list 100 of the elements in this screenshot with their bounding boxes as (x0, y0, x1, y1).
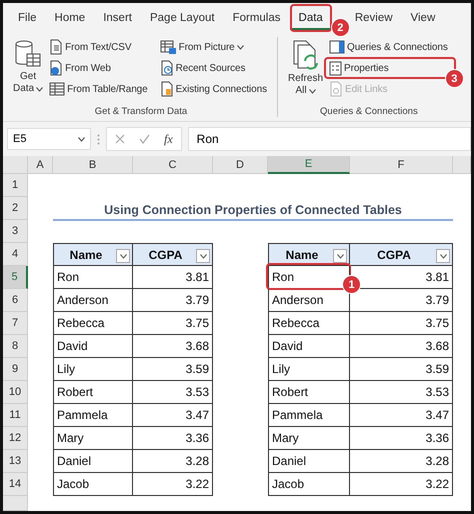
table-cell: 3.53 (132, 381, 213, 404)
row-header[interactable]: 12 (3, 427, 28, 450)
table-cell: 3.28 (349, 450, 453, 473)
ribbon-button[interactable]: From Table/Range (47, 79, 150, 99)
insert-function-button[interactable]: fx (164, 132, 173, 146)
ribbon-tab[interactable]: Home (46, 6, 94, 30)
table-header: Name (268, 243, 350, 266)
formula-field[interactable]: Ron (188, 127, 471, 151)
row-header[interactable]: 6 (3, 289, 28, 312)
table-cell: 3.79 (132, 289, 213, 312)
group-label: Get & Transform Data (94, 106, 188, 117)
table-header: Name (53, 243, 133, 266)
table-cell: 3.75 (132, 312, 213, 335)
table-cell: 3.22 (349, 473, 453, 496)
table-cell: 3.81 (132, 266, 213, 289)
column-header[interactable]: B (53, 156, 133, 174)
table-cell: Pammela (53, 404, 133, 427)
filter-button[interactable] (196, 249, 210, 263)
row-header[interactable]: 1 (3, 174, 28, 197)
table-cell: 3.68 (132, 335, 213, 358)
link-file-icon (329, 81, 344, 97)
table-cell: Daniel (268, 450, 350, 473)
row-header[interactable]: 11 (3, 404, 28, 427)
ribbon-tab[interactable]: File (9, 6, 46, 30)
cancel-icon[interactable] (115, 134, 125, 144)
caret-icon (308, 88, 316, 94)
column-header[interactable]: A (28, 156, 53, 174)
table-cell: Anderson (268, 289, 350, 312)
column-header[interactable]: F (350, 156, 453, 174)
row-header[interactable]: 9 (3, 358, 28, 381)
table-cell: David (53, 335, 133, 358)
table-cell: Robert (268, 381, 350, 404)
row-header[interactable]: 7 (3, 312, 28, 335)
large-ribbon-button[interactable]: Refresh All (288, 37, 324, 106)
row-header[interactable]: 2 (3, 197, 28, 220)
row-header[interactable]: 10 (3, 381, 28, 404)
caret-icon (200, 254, 206, 258)
table-cell: 3.59 (132, 358, 213, 381)
row-header[interactable] (3, 496, 28, 511)
filter-button[interactable] (116, 249, 130, 263)
table-cell: 3.59 (349, 358, 453, 381)
ribbon-button[interactable]: From Text/CSV (47, 37, 134, 57)
callout-badge: 2 (332, 19, 349, 36)
file-icon (160, 81, 174, 97)
group-label: Queries & Connections (319, 106, 419, 117)
ribbon-tab[interactable]: Data (290, 6, 332, 30)
ribbon-button[interactable]: Recent Sources (158, 58, 248, 78)
ribbon-button[interactable]: Properties (327, 58, 391, 78)
ribbon-button[interactable]: From Web (47, 58, 113, 78)
callout-badge: 3 (446, 70, 463, 87)
table-cell: Anderson (53, 289, 133, 312)
table-header: CGPA (132, 243, 213, 266)
row-header[interactable]: 14 (3, 473, 28, 496)
text-file-icon (49, 39, 64, 55)
ribbon-button[interactable]: Queries & Connections (327, 37, 450, 57)
table-cell: Mary (268, 427, 350, 450)
column-header[interactable]: E (268, 156, 350, 174)
table-header: CGPA (349, 243, 453, 266)
table-cell: 3.68 (349, 335, 453, 358)
column-header[interactable]: D (213, 156, 268, 174)
button-label: Get (20, 71, 36, 83)
name-box[interactable]: E5 (7, 128, 91, 150)
sheet-title: Using Connection Properties of Connected Tables (53, 197, 453, 221)
caret-icon (336, 254, 344, 258)
button-label: All (295, 85, 316, 97)
table-cell: Rebecca (268, 312, 350, 335)
column-header[interactable] (453, 156, 471, 174)
column-header[interactable]: C (133, 156, 213, 174)
table-cell: Mary (53, 427, 133, 450)
large-ribbon-button[interactable]: Get Data (13, 37, 44, 106)
check-icon[interactable] (139, 134, 150, 144)
table-cell: 3.36 (132, 427, 213, 450)
web-file-icon (49, 60, 64, 76)
table-cell: Jacob (268, 473, 350, 496)
table-cell: Pammela (268, 404, 350, 427)
panel-icon (329, 40, 346, 54)
more-icon (97, 134, 100, 144)
caret-icon (236, 44, 244, 50)
row-header[interactable]: 4 (3, 243, 28, 266)
table-cell: Daniel (53, 450, 133, 473)
ribbon-button[interactable]: From Picture (158, 37, 246, 57)
caret-icon (78, 136, 85, 142)
table-cell: Robert (53, 381, 133, 404)
row-header[interactable]: 8 (3, 335, 28, 358)
filter-button[interactable] (436, 249, 450, 263)
table-cell: 3.75 (349, 312, 453, 335)
ribbon-tab[interactable]: View (402, 6, 444, 30)
filter-button[interactable] (333, 249, 347, 263)
table-cell: Jacob (53, 473, 133, 496)
table-cell: 3.53 (349, 381, 453, 404)
row-header[interactable]: 3 (3, 220, 28, 243)
caret-icon (120, 254, 126, 258)
ribbon-tab[interactable]: Insert (94, 6, 141, 30)
ribbon-tab[interactable]: Formulas (224, 6, 290, 30)
select-all-corner[interactable] (3, 156, 28, 174)
row-header[interactable]: 5 (3, 266, 28, 289)
ribbon-tab[interactable]: Page Layout (140, 6, 224, 30)
ribbon-button[interactable]: Existing Connections (158, 79, 269, 99)
row-header[interactable]: 13 (3, 450, 28, 473)
table-cell: Lily (268, 358, 350, 381)
